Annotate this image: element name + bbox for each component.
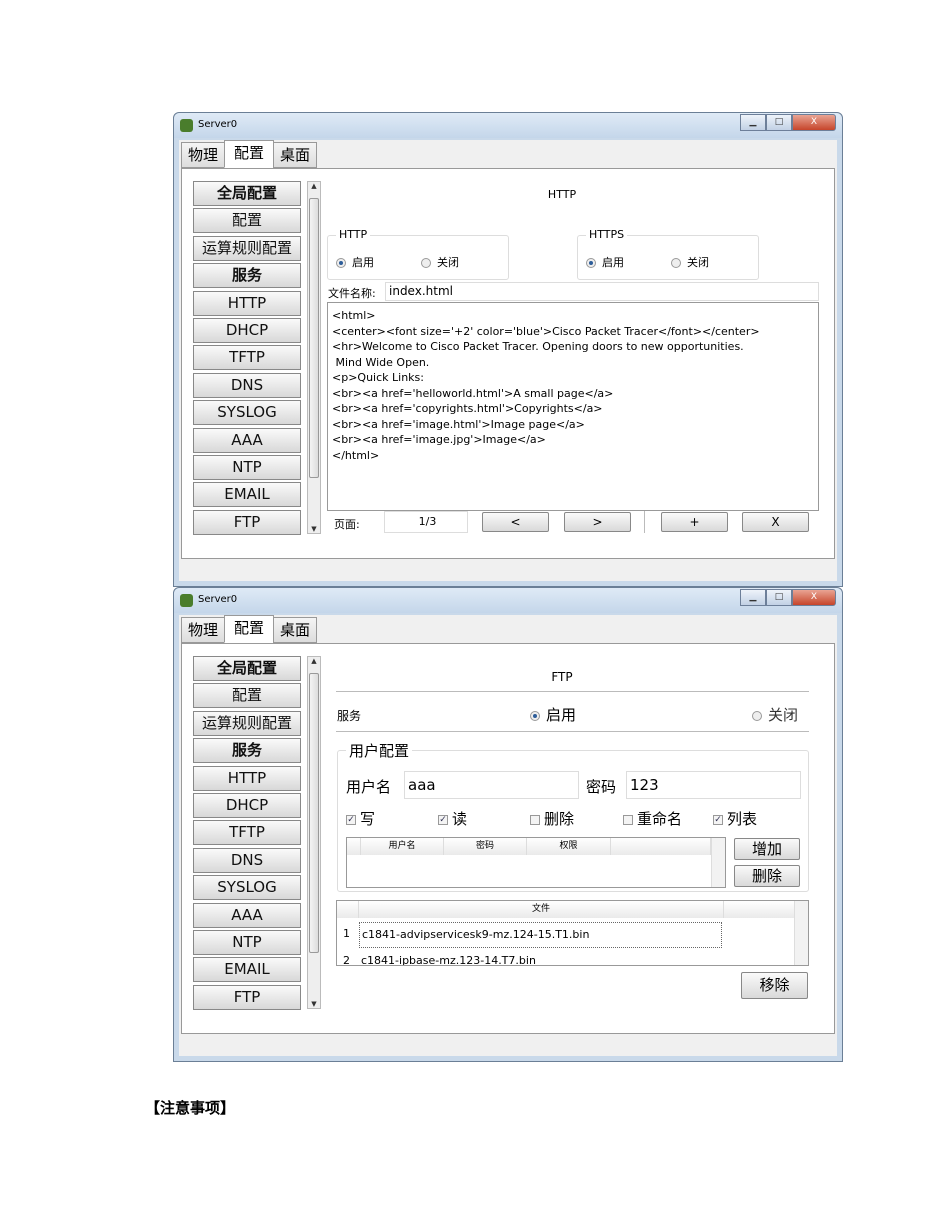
sidebar-item-4[interactable]: HTTP	[193, 765, 301, 791]
html-editor[interactable]: <html> <center><font size='+2' color='bl…	[327, 302, 819, 511]
sidebar-item-2[interactable]: 运算规则配置	[193, 710, 301, 736]
delete-user-button[interactable]: 删除	[734, 865, 800, 887]
minimize-button[interactable]: ▁	[740, 589, 766, 606]
perm-checkbox-0[interactable]: ✓ 写	[346, 808, 375, 829]
prev-page-button[interactable]: <	[482, 512, 549, 532]
sidebar-item-3[interactable]: 服务	[193, 738, 301, 764]
sidebar-item-8[interactable]: SYSLOG	[193, 400, 301, 426]
sidebar-item-7[interactable]: DNS	[193, 372, 301, 398]
sidebar-item-0[interactable]: 全局配置	[193, 181, 301, 206]
perm-checkbox-3[interactable]: 重命名	[623, 808, 682, 829]
file-table: 文件 1 c1841-advipservicesk9-mz.124-15.T1.b…	[336, 900, 809, 966]
sidebar-item-11[interactable]: EMAIL	[193, 957, 301, 983]
perm-checkbox-1[interactable]: ✓ 读	[438, 808, 467, 829]
sidebar-item-8[interactable]: SYSLOG	[193, 875, 301, 901]
sidebar-item-10[interactable]: NTP	[193, 454, 301, 480]
sidebar-item-3[interactable]: 服务	[193, 263, 301, 289]
close-button[interactable]: X	[792, 589, 836, 606]
tab-config[interactable]: 配置	[224, 615, 275, 643]
tab-physical[interactable]: 物理	[181, 617, 226, 643]
perm-checkbox-2[interactable]: 删除	[530, 808, 574, 829]
file-table-scrollbar[interactable]	[794, 901, 808, 965]
page-label: 页面:	[334, 518, 360, 531]
https-off-radio[interactable]: 关闭	[671, 254, 709, 270]
maximize-button[interactable]: □	[766, 114, 792, 131]
tab-desktop[interactable]: 桌面	[273, 142, 318, 168]
sidebar-item-9[interactable]: AAA	[193, 902, 301, 928]
password-input[interactable]: 123	[626, 771, 801, 799]
sidebar-item-9[interactable]: AAA	[193, 427, 301, 453]
remove-page-button[interactable]: X	[742, 512, 809, 532]
server-icon	[180, 119, 193, 132]
file-row[interactable]: 1 c1841-advipservicesk9-mz.124-15.T1.bin	[337, 922, 797, 948]
minimize-button[interactable]: ▁	[740, 114, 766, 131]
add-page-button[interactable]: +	[661, 512, 728, 532]
sidebar-item-2[interactable]: 运算规则配置	[193, 235, 301, 261]
remove-file-button[interactable]: 移除	[741, 972, 808, 999]
sidebar-item-12[interactable]: FTP	[193, 984, 301, 1010]
sidebar-item-7[interactable]: DNS	[193, 847, 301, 873]
server-icon	[180, 594, 193, 607]
http-group: HTTP 启用 关闭	[327, 228, 509, 280]
user-table: 用户名 密码 权限	[346, 837, 726, 888]
service-off-radio[interactable]: 关闭	[752, 704, 798, 725]
sidebar: 全局配置 配置 运算规则配置 服务 HTTP DHCP TFTP DNS SYSLOG AAA NT…	[193, 181, 303, 537]
tab-desktop[interactable]: 桌面	[273, 617, 318, 643]
service-label: 服务	[337, 709, 362, 723]
username-input[interactable]: aaa	[404, 771, 579, 799]
user-config-group: 用户配置 用户名 aaa 密码 123 ✓ 写 ✓ 读删除 重命名 ✓ 列表 用户名 密码 …	[337, 740, 809, 892]
section-title: FTP	[551, 670, 573, 684]
sidebar-item-4[interactable]: HTTP	[193, 290, 301, 316]
http-on-radio[interactable]: 启用	[336, 254, 374, 270]
sidebar-item-10[interactable]: NTP	[193, 929, 301, 955]
sidebar-scrollbar[interactable]: ▲ ▼	[307, 181, 321, 534]
service-on-radio[interactable]: 启用	[530, 704, 576, 725]
sidebar-item-0[interactable]: 全局配置	[193, 656, 301, 681]
maximize-button[interactable]: □	[766, 589, 792, 606]
https-group: HTTPS 启用 关闭	[577, 228, 759, 280]
window-title: Server0	[198, 594, 238, 605]
http-off-radio[interactable]: 关闭	[421, 254, 459, 270]
sidebar-item-1[interactable]: 配置	[193, 208, 301, 234]
title-bar: Server0 ▁ □ X	[174, 113, 842, 138]
title-bar: Server0 ▁ □ X	[174, 588, 842, 613]
tab-physical[interactable]: 物理	[181, 142, 226, 168]
sidebar-item-6[interactable]: TFTP	[193, 820, 301, 846]
sidebar-item-12[interactable]: FTP	[193, 509, 301, 535]
server-window-ftp: Server0 ▁ □ X 物理 配置 桌面 全局配置 配置 运算规则配置 服务 HTTP D…	[173, 587, 843, 1062]
section-title: HTTP	[547, 188, 577, 201]
sidebar-item-5[interactable]: DHCP	[193, 792, 301, 818]
sidebar-item-1[interactable]: 配置	[193, 683, 301, 709]
server-window-http: Server0 ▁ □ X 物理 配置 桌面 全局配置 配置 运算规则配置 服务 HTTP D…	[173, 112, 843, 587]
file-name-label: 文件名称:	[328, 287, 376, 300]
sidebar: 全局配置 配置 运算规则配置 服务 HTTP DHCP TFTP DNS SYSLOG AAA NT…	[193, 656, 303, 1012]
page-indicator: 1/3	[384, 511, 468, 533]
sidebar-item-5[interactable]: DHCP	[193, 317, 301, 343]
add-user-button[interactable]: 增加	[734, 838, 800, 860]
user-table-scrollbar[interactable]	[711, 838, 725, 887]
sidebar-item-6[interactable]: TFTP	[193, 345, 301, 371]
file-row[interactable]: 2 c1841-ipbase-mz.123-14.T7.bin	[337, 949, 797, 965]
tab-config[interactable]: 配置	[224, 140, 275, 168]
window-title: Server0	[198, 119, 238, 130]
sidebar-scrollbar[interactable]: ▲ ▼	[307, 656, 321, 1009]
perm-checkbox-4[interactable]: ✓ 列表	[713, 808, 757, 829]
notes-heading: 【注意事项】	[145, 1099, 236, 1117]
https-on-radio[interactable]: 启用	[586, 254, 624, 270]
next-page-button[interactable]: >	[564, 512, 631, 532]
file-name-input[interactable]: index.html	[385, 282, 819, 301]
close-button[interactable]: X	[792, 114, 836, 131]
sidebar-item-11[interactable]: EMAIL	[193, 482, 301, 508]
